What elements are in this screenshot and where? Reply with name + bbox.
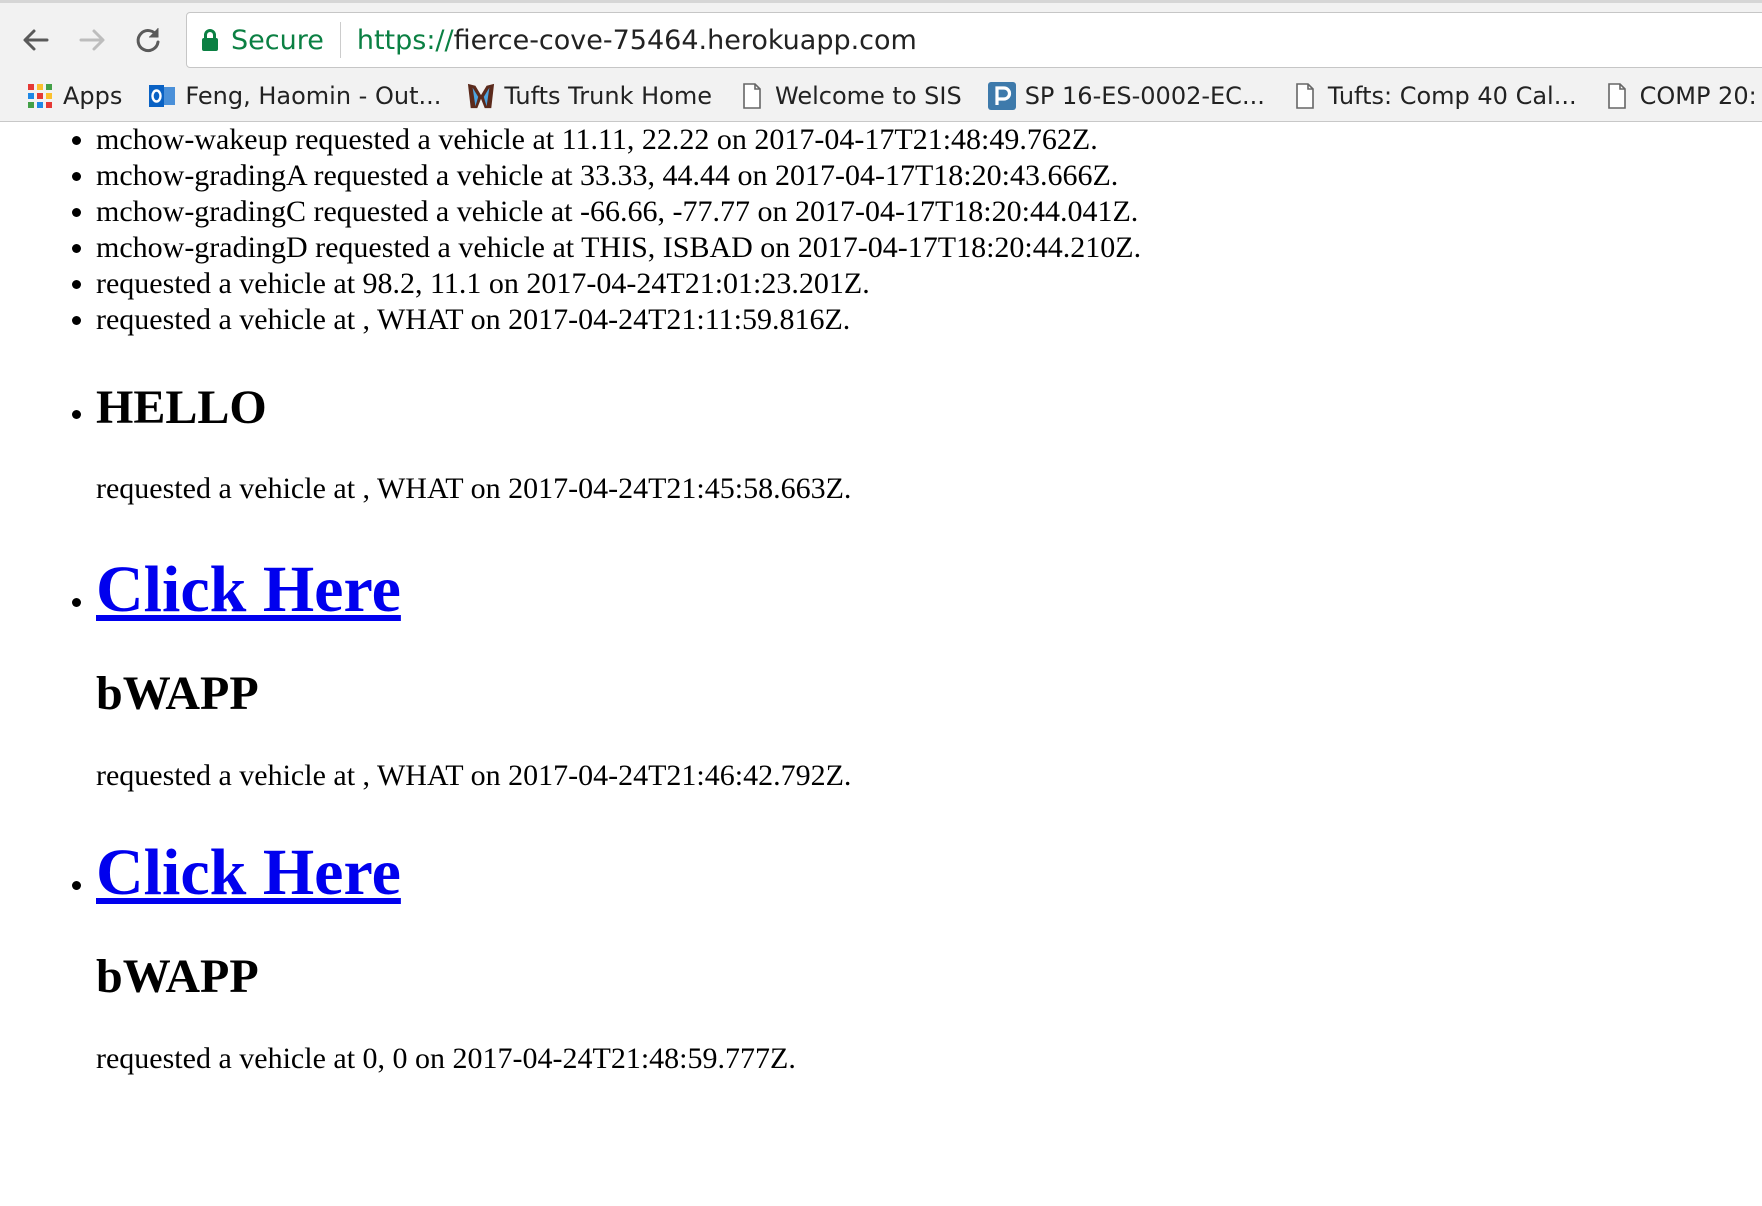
list-item: Click Here bWAPP requested a vehicle at … <box>96 835 1762 1077</box>
bwapp-heading: bWAPP <box>96 667 259 720</box>
bookmark-sis[interactable]: Welcome to SIS <box>738 82 962 110</box>
bookmark-outlook[interactable]: Feng, Haomin - Out... <box>148 82 441 110</box>
list-item: HELLO requested a vehicle at , WHAT on 2… <box>96 380 1762 507</box>
address-bar[interactable]: Secure https:// fierce-cove-75464.heroku… <box>186 12 1762 68</box>
click-here-link[interactable]: Click Here <box>96 553 401 626</box>
browser-chrome: Secure https:// fierce-cove-75464.heroku… <box>0 0 1762 122</box>
reload-button[interactable] <box>126 18 170 62</box>
hello-heading: HELLO <box>96 381 267 434</box>
bookmark-tufts-trunk[interactable]: Tufts Trunk Home <box>467 82 712 110</box>
bookmark-label: COMP 20: <box>1639 82 1757 110</box>
window-top-edge <box>0 0 1762 3</box>
bookmarks-bar: Apps Feng, Haomin - Out... Tufts Trunk H… <box>0 74 1762 118</box>
piazza-icon <box>987 82 1016 110</box>
request-text: requested a vehicle at , WHAT on 2017-04… <box>96 759 852 792</box>
bookmark-label: SP 16-ES-0002-EC... <box>1024 82 1265 110</box>
bookmark-comp40[interactable]: Tufts: Comp 40 Cal... <box>1291 82 1577 110</box>
list-item: Click Here bWAPP requested a vehicle at … <box>96 552 1762 794</box>
tufts-trunk-icon <box>467 82 495 110</box>
page-content: mchow-wakeup requested a vehicle at 11.1… <box>0 122 1762 1206</box>
request-list: mchow-wakeup requested a vehicle at 11.1… <box>0 122 1762 1077</box>
click-here-link[interactable]: Click Here <box>96 836 401 909</box>
bwapp-heading: bWAPP <box>96 950 259 1003</box>
list-item: requested a vehicle at , WHAT on 2017-04… <box>96 302 1762 338</box>
arrow-right-icon <box>79 29 105 51</box>
list-item: requested a vehicle at 98.2, 11.1 on 201… <box>96 266 1762 302</box>
list-item: mchow-wakeup requested a vehicle at 11.1… <box>96 122 1762 158</box>
url-scheme: https:// <box>356 24 454 56</box>
forward-button[interactable] <box>70 18 114 62</box>
url-host: fierce-cove-75464.herokuapp.com <box>453 24 917 56</box>
list-item: mchow-gradingD requested a vehicle at TH… <box>96 230 1762 266</box>
bookmark-label: Tufts: Comp 40 Cal... <box>1327 82 1577 110</box>
list-item: mchow-gradingA requested a vehicle at 33… <box>96 158 1762 194</box>
bookmark-label: Tufts Trunk Home <box>504 82 712 110</box>
bookmark-label: Apps <box>63 82 123 110</box>
bookmark-label: Feng, Haomin - Out... <box>185 82 442 110</box>
bookmark-piazza[interactable]: SP 16-ES-0002-EC... <box>987 82 1265 110</box>
request-text: requested a vehicle at , WHAT on 2017-04… <box>96 472 852 505</box>
back-button[interactable] <box>14 18 58 62</box>
bookmark-comp20[interactable]: COMP 20: <box>1603 82 1757 110</box>
bookmark-label: Welcome to SIS <box>775 82 962 110</box>
list-item: mchow-gradingC requested a vehicle at -6… <box>96 194 1762 230</box>
bookmark-apps[interactable]: Apps <box>26 82 122 110</box>
request-text: requested a vehicle at 0, 0 on 2017-04-2… <box>96 1042 796 1075</box>
lock-icon <box>201 28 219 52</box>
page-icon <box>1603 82 1631 110</box>
page-icon <box>1291 82 1319 110</box>
outlook-icon <box>148 82 176 110</box>
apps-grid-icon <box>26 82 54 110</box>
arrow-left-icon <box>23 29 49 51</box>
omnibox-separator <box>339 22 341 58</box>
reload-icon <box>136 28 160 52</box>
page-icon <box>738 82 766 110</box>
secure-label: Secure <box>231 24 324 56</box>
